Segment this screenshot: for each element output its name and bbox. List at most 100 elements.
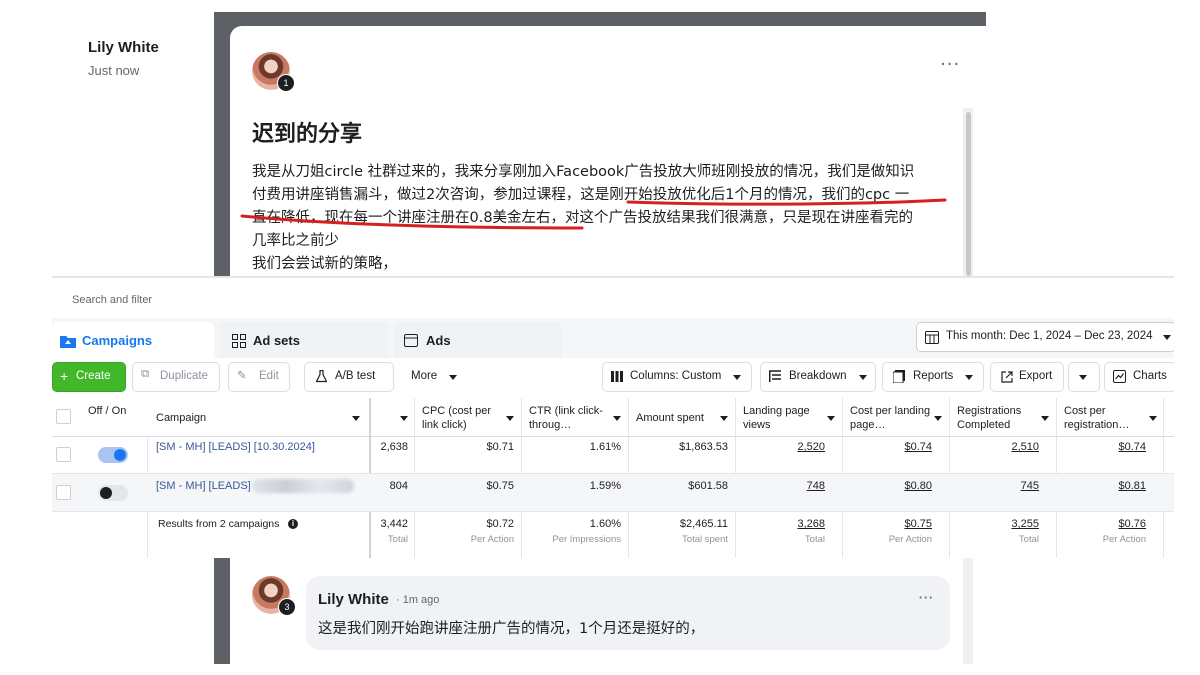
cost-per-lpv-cell[interactable]: $0.80 [850, 480, 932, 492]
row-checkbox[interactable] [56, 447, 71, 462]
chevron-down-icon[interactable] [613, 416, 621, 421]
folder-icon [60, 336, 76, 348]
landing-page-views-cell[interactable]: 748 [743, 480, 825, 492]
select-all-checkbox[interactable] [56, 409, 71, 424]
column-header-amount-spent[interactable]: Amount spent [636, 411, 704, 425]
campaign-name-link[interactable]: [SM - MH] [LEADS] [10.30.2024] [156, 441, 315, 453]
post-scrollbar-thumb[interactable] [966, 112, 971, 276]
campaign-toggle-off[interactable] [98, 485, 128, 501]
tab-ad-sets-label: Ad sets [253, 333, 300, 348]
tab-campaigns-label: Campaigns [82, 333, 153, 348]
chevron-down-icon [965, 375, 973, 380]
post-timestamp[interactable]: Just now [88, 63, 139, 78]
tab-campaigns[interactable]: Campaigns [52, 322, 214, 358]
search-and-filter-bar[interactable]: Search and filter [52, 288, 1174, 312]
registrations-cell[interactable]: 2,510 [957, 441, 1039, 453]
cost-per-registration-cell[interactable]: $0.74 [1064, 441, 1146, 453]
chevron-down-icon [733, 375, 741, 380]
post-title: 迟到的分享 [252, 122, 363, 147]
chevron-down-icon[interactable] [1149, 416, 1157, 421]
ab-test-button[interactable]: A/B test [304, 362, 394, 392]
breakdown-dropdown[interactable]: Breakdown [760, 362, 876, 392]
post-avatar-badge: 1 [277, 74, 295, 92]
create-button[interactable]: + Create [52, 362, 126, 392]
campaign-name-link[interactable]: [SM - MH] [LEADS] [156, 480, 251, 492]
duplicate-icon: ⧉ [141, 368, 150, 380]
campaign-toolbar: + Create ⧉ Duplicate ✎ Edit A/B test Mor… [52, 358, 1174, 396]
search-placeholder: Search and filter [72, 294, 153, 306]
post-more-options-icon[interactable]: ··· [940, 54, 960, 75]
total-landing-page-views[interactable]: 3,268 [743, 518, 825, 530]
total-results-sub: Total [387, 534, 408, 545]
ctr-cell: 1.59% [589, 480, 621, 492]
totals-label: Results from 2 campaigns [158, 518, 280, 530]
chevron-down-icon[interactable] [506, 416, 514, 421]
campaign-toggle-on[interactable] [98, 447, 128, 463]
more-menu-button[interactable]: More [402, 362, 470, 392]
charts-button[interactable]: Charts [1104, 362, 1174, 392]
column-header-cost-per-registration[interactable]: Cost per registration… [1064, 404, 1146, 432]
chevron-down-icon[interactable] [1041, 416, 1049, 421]
edit-button[interactable]: ✎ Edit [228, 362, 290, 392]
ads-manager-panel: Search and filter Campaigns Ad sets Ads … [52, 276, 1174, 558]
breakdown-label: Breakdown [789, 370, 847, 382]
chevron-down-icon[interactable] [352, 416, 360, 421]
charts-label: Charts [1133, 370, 1167, 382]
column-header-ctr[interactable]: CTR (link click-throug… [529, 404, 615, 432]
columns-dropdown[interactable]: Columns: Custom [602, 362, 752, 392]
chevron-down-icon[interactable] [720, 416, 728, 421]
chevron-down-icon[interactable] [400, 416, 408, 421]
total-ctr: 1.60% [589, 518, 621, 530]
table-row[interactable]: [SM - MH] [LEADS] 804 $0.75 1.59% $601.5… [52, 474, 1174, 512]
topbar-divider [52, 276, 1174, 278]
total-cost-per-lpv[interactable]: $0.75 [850, 518, 932, 530]
edit-button-label: Edit [259, 370, 279, 382]
landing-page-views-cell[interactable]: 2,520 [743, 441, 825, 453]
table-row[interactable]: [SM - MH] [LEADS] [10.30.2024] 2,638 $0.… [52, 436, 1174, 474]
export-button[interactable]: Export [990, 362, 1064, 392]
total-registrations[interactable]: 3,255 [957, 518, 1039, 530]
chart-icon [1113, 370, 1126, 383]
pencil-icon: ✎ [237, 370, 247, 382]
cost-per-registration-cell[interactable]: $0.81 [1064, 480, 1146, 492]
comment-author-name[interactable]: Lily White [318, 591, 389, 608]
flask-icon [316, 370, 327, 383]
row-checkbox[interactable] [56, 485, 71, 500]
chevron-down-icon [1079, 375, 1087, 380]
breakdown-icon [769, 370, 781, 382]
reports-dropdown[interactable]: Reports [882, 362, 984, 392]
registrations-cell[interactable]: 745 [957, 480, 1039, 492]
chevron-down-icon[interactable] [827, 416, 835, 421]
reports-icon [893, 370, 905, 383]
export-icon [1001, 371, 1013, 383]
comment-scrollbar[interactable] [963, 558, 973, 664]
total-cpc-sub: Per Action [470, 534, 514, 545]
duplicate-button[interactable]: ⧉ Duplicate [132, 362, 220, 392]
export-options-dropdown[interactable] [1068, 362, 1100, 392]
cost-per-lpv-cell[interactable]: $0.74 [850, 441, 932, 453]
chevron-down-icon [859, 375, 867, 380]
comment-timestamp[interactable]: · 1m ago [396, 594, 439, 606]
duplicate-button-label: Duplicate [160, 370, 208, 382]
comment-more-options-icon[interactable]: ··· [918, 588, 933, 607]
tab-ad-sets[interactable]: Ad sets [220, 322, 388, 358]
post-author-name[interactable]: Lily White [88, 39, 159, 56]
column-header-registrations[interactable]: Registrations Completed [957, 404, 1039, 432]
info-icon[interactable]: i [288, 519, 298, 529]
chevron-down-icon [449, 375, 457, 380]
column-header-landing-page-views[interactable]: Landing page views [743, 404, 825, 432]
column-header-cost-per-landing-page[interactable]: Cost per landing page… [850, 404, 932, 432]
campaigns-table: Off / On Campaign CPC (cost per link cli… [52, 398, 1174, 558]
columns-label: Columns: Custom [630, 370, 722, 382]
column-header-off-on[interactable]: Off / On [88, 404, 128, 418]
post-text-line: 我是从刀姐circle 社群过来的，我来分享刚加入Facebook广告投放大师班… [252, 164, 915, 180]
total-cost-lpv-sub: Per Action [888, 534, 932, 545]
total-cost-per-registration[interactable]: $0.76 [1064, 518, 1146, 530]
results-cell: 804 [389, 480, 408, 492]
ab-test-label: A/B test [335, 370, 376, 382]
column-header-cpc[interactable]: CPC (cost per link click) [422, 404, 508, 432]
tab-ads[interactable]: Ads [394, 322, 562, 358]
column-header-campaign[interactable]: Campaign [156, 411, 206, 425]
chevron-down-icon[interactable] [934, 416, 942, 421]
date-range-picker[interactable]: This month: Dec 1, 2024 – Dec 23, 2024 [916, 322, 1174, 352]
